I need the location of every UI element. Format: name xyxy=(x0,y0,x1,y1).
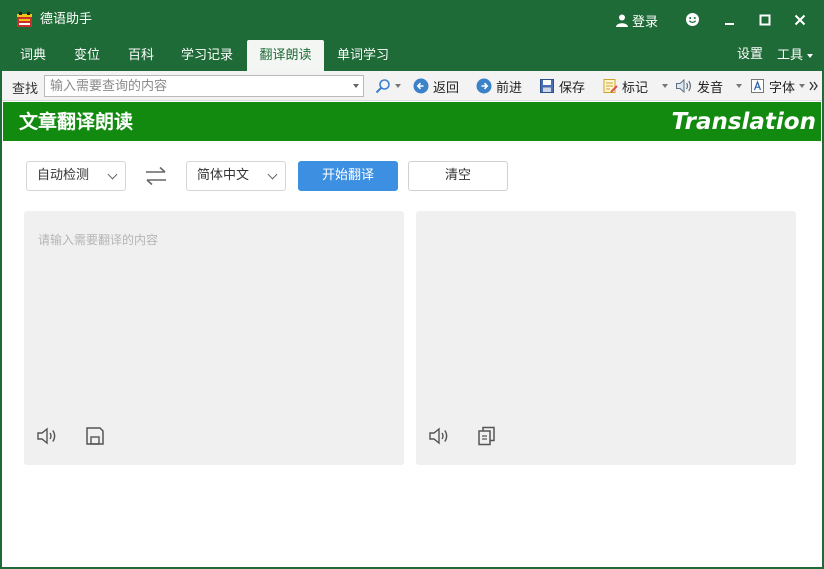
search-input[interactable] xyxy=(45,76,341,96)
font-label: 字体 xyxy=(769,80,796,96)
tab-study-record[interactable]: 学习记录 xyxy=(172,40,242,71)
minimize-button[interactable] xyxy=(720,10,740,30)
copy-icon[interactable] xyxy=(476,426,498,446)
section-banner: 文章翻译朗读 Translation xyxy=(3,102,821,141)
forward-button[interactable]: 前进 xyxy=(476,76,522,96)
app-title: 德语助手 xyxy=(40,12,93,27)
back-button[interactable]: 返回 xyxy=(413,76,459,96)
overflow-chevron-icon[interactable] xyxy=(809,80,818,92)
chevron-down-icon[interactable] xyxy=(353,84,359,88)
menu-bar: 词典 变位 百科 学习记录 翻译朗读 单词学习 设置 工具 xyxy=(0,40,824,71)
forward-label: 前进 xyxy=(496,80,523,96)
font-document-icon xyxy=(751,79,764,93)
result-text-panel xyxy=(416,211,796,465)
floppy-disk-icon xyxy=(540,79,554,93)
title-bar: 德语助手 登录 xyxy=(0,0,824,40)
pronounce-options-caret[interactable] xyxy=(736,84,742,88)
source-text-panel xyxy=(24,211,404,465)
mark-label: 标记 xyxy=(622,80,649,96)
smiley-icon[interactable] xyxy=(684,11,701,28)
close-icon xyxy=(794,14,806,26)
speaker-icon[interactable] xyxy=(428,426,450,446)
save-button[interactable]: 保存 xyxy=(539,76,585,96)
save-label: 保存 xyxy=(559,80,586,96)
source-language-select[interactable]: 自动检测 xyxy=(26,161,126,191)
target-language-select[interactable]: 简体中文 xyxy=(186,161,286,191)
speaker-icon[interactable] xyxy=(36,426,58,446)
search-options-caret[interactable] xyxy=(395,84,401,88)
tools-label: 工具 xyxy=(777,47,804,63)
mark-button[interactable]: 标记 xyxy=(602,76,648,96)
minimize-icon xyxy=(725,23,734,25)
login-button[interactable]: 登录 xyxy=(616,11,659,30)
search-label: 查找 xyxy=(12,82,39,97)
pronounce-button[interactable]: 发音 xyxy=(675,76,723,96)
speaker-icon xyxy=(676,78,691,94)
banner-title: 文章翻译朗读 xyxy=(19,111,134,133)
search-button[interactable] xyxy=(375,76,391,96)
maximize-icon xyxy=(759,14,771,26)
source-text-input[interactable] xyxy=(24,211,404,411)
mark-options-caret[interactable] xyxy=(662,84,668,88)
tab-word-study[interactable]: 单词学习 xyxy=(330,40,396,71)
close-button[interactable] xyxy=(790,10,810,30)
note-pencil-icon xyxy=(603,79,618,93)
pronounce-label: 发音 xyxy=(697,80,724,96)
tab-conjugation[interactable]: 变位 xyxy=(64,40,110,71)
tab-translate-read[interactable]: 翻译朗读 xyxy=(247,40,324,71)
settings-menu[interactable]: 设置 xyxy=(737,40,763,71)
tools-menu[interactable]: 工具 xyxy=(777,40,814,71)
maximize-button[interactable] xyxy=(755,10,775,30)
back-label: 返回 xyxy=(433,80,460,96)
search-box[interactable] xyxy=(44,75,364,97)
font-button[interactable]: 字体 xyxy=(750,76,795,96)
target-language-value: 简体中文 xyxy=(197,168,250,183)
chevron-down-icon xyxy=(107,169,118,180)
tab-encyclopedia[interactable]: 百科 xyxy=(118,40,164,71)
user-icon xyxy=(616,14,628,27)
font-options-caret[interactable] xyxy=(799,84,805,88)
source-language-value: 自动检测 xyxy=(37,168,90,183)
toolbar: 查找 返回 前进 保存 xyxy=(0,71,824,101)
save-icon[interactable] xyxy=(84,426,106,446)
tab-dictionary[interactable]: 词典 xyxy=(10,40,56,71)
swap-languages-icon[interactable] xyxy=(144,166,168,186)
forward-arrow-icon xyxy=(476,78,492,94)
banner-subtitle: Translation xyxy=(671,109,816,135)
clear-button[interactable]: 清空 xyxy=(408,161,508,191)
search-icon xyxy=(375,79,390,94)
login-label: 登录 xyxy=(632,14,659,30)
chevron-down-icon xyxy=(807,53,814,58)
back-arrow-icon xyxy=(413,78,429,94)
app-logo-icon xyxy=(17,12,32,27)
start-translate-button[interactable]: 开始翻译 xyxy=(298,161,398,191)
chevron-down-icon xyxy=(267,169,278,180)
